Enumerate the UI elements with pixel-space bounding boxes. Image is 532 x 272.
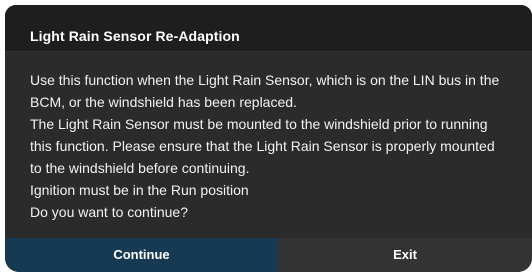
message-line: Do you want to continue? [30, 204, 188, 220]
message-line: BCM, or the windshield has been replaced… [30, 94, 297, 110]
dialog-body: Use this function when the Light Rain Se… [5, 52, 532, 238]
message-line: this function. Please ensure that the Li… [30, 138, 495, 154]
message-line: The Light Rain Sensor must be mounted to… [30, 116, 488, 132]
continue-button[interactable]: Continue [5, 238, 278, 272]
exit-button[interactable]: Exit [278, 238, 532, 272]
message-line: Ignition must be in the Run position [30, 182, 249, 198]
dialog-message: Use this function when the Light Rain Se… [30, 69, 530, 223]
dialog-window: Light Rain Sensor Re-Adaption Use this f… [5, 5, 532, 272]
message-line: Use this function when the Light Rain Se… [30, 72, 500, 88]
dialog-title: Light Rain Sensor Re-Adaption [30, 28, 240, 44]
dialog-title-bar: Light Rain Sensor Re-Adaption [5, 5, 532, 52]
message-line: to the windshield before continuing. [30, 160, 250, 176]
